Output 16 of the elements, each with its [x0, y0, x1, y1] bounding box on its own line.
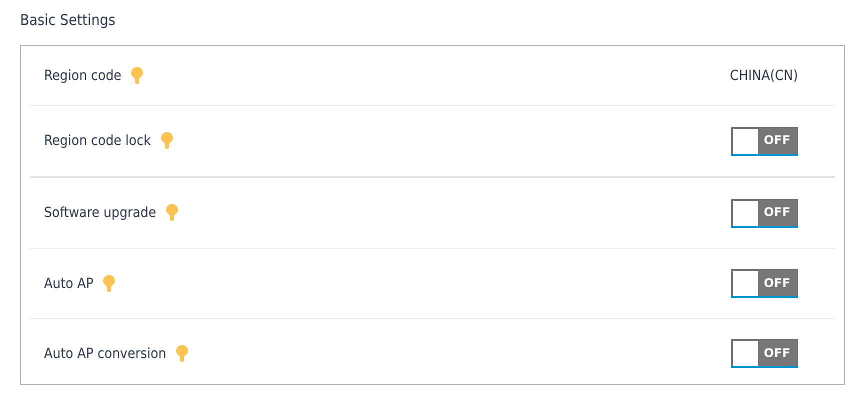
lightbulb-icon[interactable] [160, 132, 173, 150]
setting-label: Auto AP conversion [44, 346, 166, 362]
setting-label: Region code [44, 68, 122, 84]
setting-value: CHINA(CN) [730, 68, 798, 84]
setting-label: Software upgrade [44, 205, 156, 221]
toggle-switch[interactable]: OFF [731, 339, 798, 368]
setting-label: Region code lock [44, 133, 151, 149]
toggle-switch[interactable]: OFF [731, 198, 798, 228]
lightbulb-icon[interactable] [166, 204, 178, 222]
lightbulb-icon[interactable] [103, 274, 116, 292]
toggle-switch[interactable]: OFF [731, 269, 798, 298]
toggle-switch[interactable]: OFF [731, 126, 798, 156]
lightbulb-icon[interactable] [176, 344, 188, 362]
section-title: Basic Settings [20, 10, 116, 31]
lightbulb-icon[interactable] [131, 66, 144, 84]
setting-label: Auto AP [44, 276, 94, 292]
